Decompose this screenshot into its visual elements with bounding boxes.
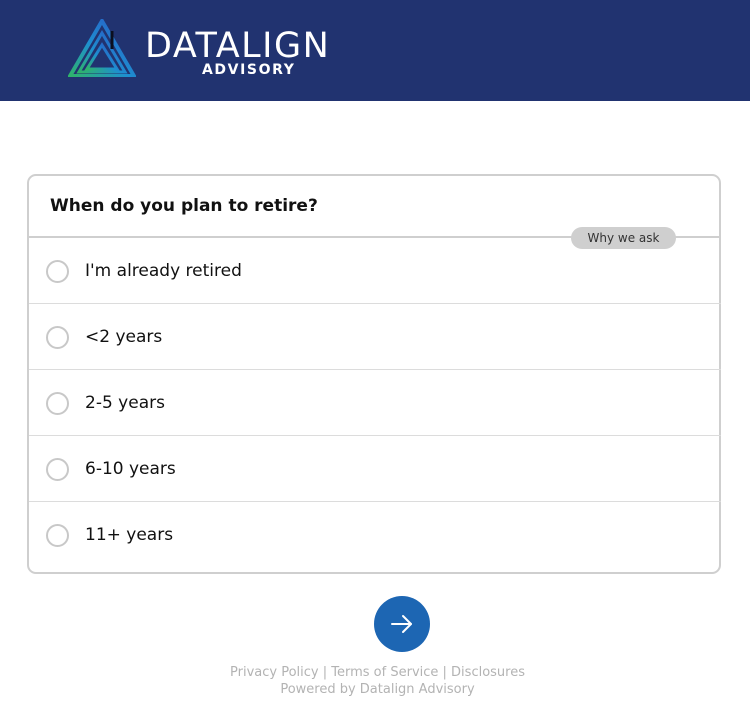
option-11-plus-years[interactable]: 11+ years (29, 502, 721, 568)
question-title: When do you plan to retire? (50, 196, 318, 216)
option-2-5-years[interactable]: 2-5 years (29, 370, 721, 436)
brand-subtitle: ADVISORY (202, 62, 296, 78)
radio-button[interactable] (46, 326, 69, 349)
disclosures-link[interactable]: Disclosures (451, 665, 525, 680)
arrow-right-icon (391, 615, 412, 633)
radio-button[interactable] (46, 458, 69, 481)
option-6-10-years[interactable]: 6-10 years (29, 436, 721, 502)
option-label: 6-10 years (85, 459, 176, 479)
triangle-logo-icon (68, 19, 136, 77)
option-label: I'm already retired (85, 261, 242, 281)
option-less-than-2-years[interactable]: <2 years (29, 304, 721, 370)
privacy-policy-link[interactable]: Privacy Policy (230, 665, 319, 680)
question-card: When do you plan to retire? Why we ask I… (27, 174, 721, 574)
radio-button[interactable] (46, 392, 69, 415)
footer-links: Privacy Policy | Terms of Service | Disc… (0, 665, 750, 681)
option-label: 11+ years (85, 525, 174, 545)
answer-options: I'm already retired <2 years 2-5 years 6… (29, 238, 721, 568)
radio-button[interactable] (46, 524, 69, 547)
option-label: 2-5 years (85, 393, 165, 413)
radio-button[interactable] (46, 260, 69, 283)
link-separator: | (318, 665, 332, 680)
option-label: <2 years (85, 327, 163, 347)
powered-by-text: Powered by Datalign Advisory (280, 682, 475, 697)
terms-of-service-link[interactable]: Terms of Service (331, 665, 438, 680)
next-button[interactable] (374, 596, 430, 652)
option-already-retired[interactable]: I'm already retired (29, 238, 721, 304)
site-header: DATALIGN ADVISORY (0, 0, 750, 101)
brand-name: DATALIGN (145, 26, 331, 66)
link-separator: | (438, 665, 452, 680)
